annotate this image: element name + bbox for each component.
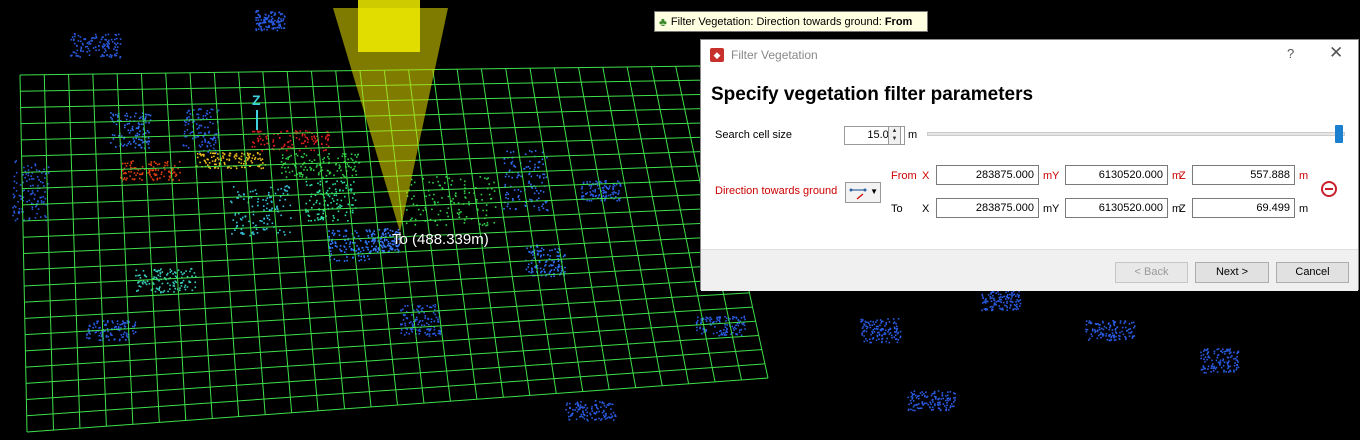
to-z-field[interactable]: 69.499 <box>1192 198 1295 218</box>
direction-tooltip: ♣ Filter Vegetation: Direction towards g… <box>654 11 928 32</box>
to-x-field[interactable]: 283875.000 <box>936 198 1039 218</box>
direction-label: Direction towards ground <box>715 185 838 197</box>
dialog-footer: < Back Next > Cancel <box>701 249 1358 291</box>
page-heading: Specify vegetation filter parameters <box>711 84 1034 105</box>
from-label: From <box>891 170 917 182</box>
measurement-label: To (488.339m) <box>392 231 489 248</box>
tooltip-value: From <box>884 15 913 28</box>
to-y-label: Y <box>1052 203 1060 215</box>
from-y-field[interactable]: 6130520.000 <box>1065 165 1168 185</box>
to-z-unit: m <box>1299 203 1309 215</box>
back-button[interactable]: < Back <box>1115 262 1188 283</box>
direction-picker-button[interactable]: ▼ <box>845 182 881 203</box>
tooltip-text: Filter Vegetation: Direction towards gro… <box>670 15 882 28</box>
app-icon: ◆ <box>710 48 724 62</box>
search-cell-size-spinner[interactable]: ▲ ▼ <box>888 126 901 145</box>
help-button[interactable]: ? <box>1287 46 1294 61</box>
to-z-label: Z <box>1179 203 1186 215</box>
from-x-unit: m <box>1043 170 1053 182</box>
search-cell-size-label: Search cell size <box>715 129 793 141</box>
filter-vegetation-dialog: ◆ Filter Vegetation ? ✕ Specify vegetati… <box>700 39 1359 291</box>
tree-icon: ♣ <box>659 14 667 29</box>
search-cell-size-slider[interactable] <box>927 132 1345 136</box>
from-z-unit: m <box>1299 170 1309 182</box>
to-label: To <box>891 203 903 215</box>
cancel-button[interactable]: Cancel <box>1276 262 1349 283</box>
slider-handle[interactable] <box>1335 125 1343 143</box>
dialog-titlebar[interactable]: ◆ Filter Vegetation ? ✕ <box>701 40 1358 71</box>
from-x-field[interactable]: 283875.000 <box>936 165 1039 185</box>
from-x-label: X <box>922 170 930 182</box>
to-y-field[interactable]: 6130520.000 <box>1065 198 1168 218</box>
z-axis-label: Z <box>252 92 261 108</box>
from-z-field[interactable]: 557.888 <box>1192 165 1295 185</box>
to-x-label: X <box>922 203 930 215</box>
to-x-unit: m <box>1043 203 1053 215</box>
search-cell-size-unit: m <box>908 129 918 141</box>
chevron-down-icon: ▼ <box>870 187 878 196</box>
dialog-title: Filter Vegetation <box>731 48 818 62</box>
remove-direction-icon[interactable] <box>1321 181 1337 197</box>
direction-arrow-icon <box>849 188 867 200</box>
next-button[interactable]: Next > <box>1195 262 1269 283</box>
close-button[interactable]: ✕ <box>1329 43 1343 63</box>
from-y-label: Y <box>1052 170 1060 182</box>
from-z-label: Z <box>1179 170 1186 182</box>
